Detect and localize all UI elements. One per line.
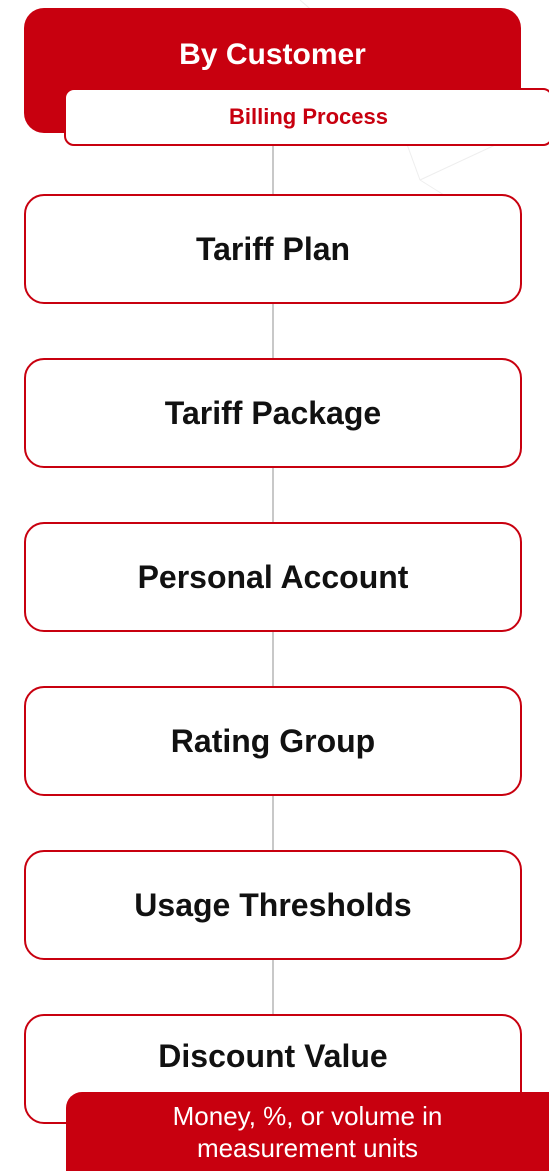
step-rating-group: Rating Group <box>24 686 522 796</box>
discount-note-line-1: Money, %, or volume in <box>172 1100 443 1131</box>
connector-line <box>272 302 274 360</box>
step-usage-thresholds: Usage Thresholds <box>24 850 522 960</box>
connector-line <box>272 630 274 688</box>
connector-line <box>272 794 274 852</box>
step-tariff-package: Tariff Package <box>24 358 522 468</box>
header-title: By Customer <box>179 38 366 71</box>
connector-line <box>272 146 274 196</box>
step-personal-account: Personal Account <box>24 522 522 632</box>
header-subtitle: Billing Process <box>64 88 549 146</box>
discount-note-line-2: measurement units <box>196 1132 419 1163</box>
connector-line <box>272 466 274 524</box>
step-tariff-plan: Tariff Plan <box>24 194 522 304</box>
connector-line <box>272 958 274 1016</box>
discount-note: Money, %, or volume in measurement units <box>66 1092 549 1171</box>
